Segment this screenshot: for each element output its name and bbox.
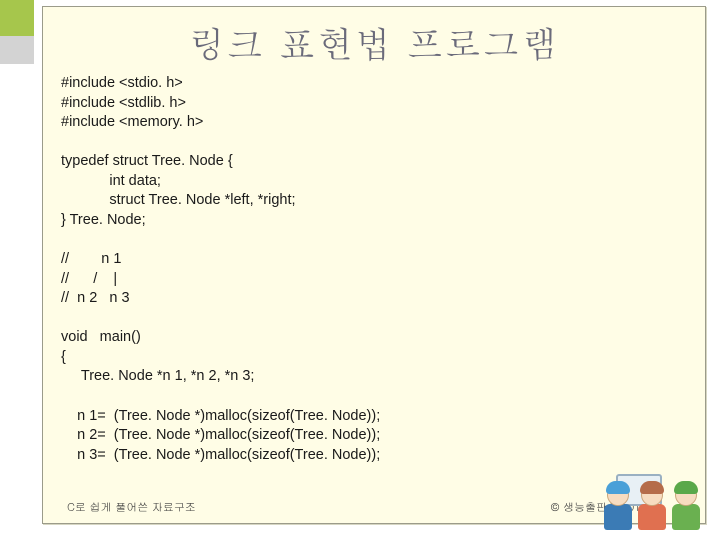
code-block: #include <stdio. h> #include <stdlib. h>… — [61, 74, 687, 498]
decor-left-stripe — [0, 36, 34, 540]
slide-title: 링크 표현법 프로그램 — [61, 17, 687, 68]
children-illustration — [596, 454, 706, 534]
kid-green — [668, 482, 704, 534]
decor-left-seg-gray — [0, 36, 34, 64]
slide-body: 링크 표현법 프로그램 #include <stdio. h> #include… — [42, 6, 706, 524]
footer-left-text: C로 쉽게 풀어쓴 자료구조 — [67, 500, 196, 515]
decor-left-seg-white — [0, 64, 34, 540]
slide-footer: C로 쉽게 풀어쓴 자료구조 © 생능출판사 2011 — [61, 498, 687, 515]
kid-orange — [634, 482, 670, 534]
kid-blue — [600, 482, 636, 534]
